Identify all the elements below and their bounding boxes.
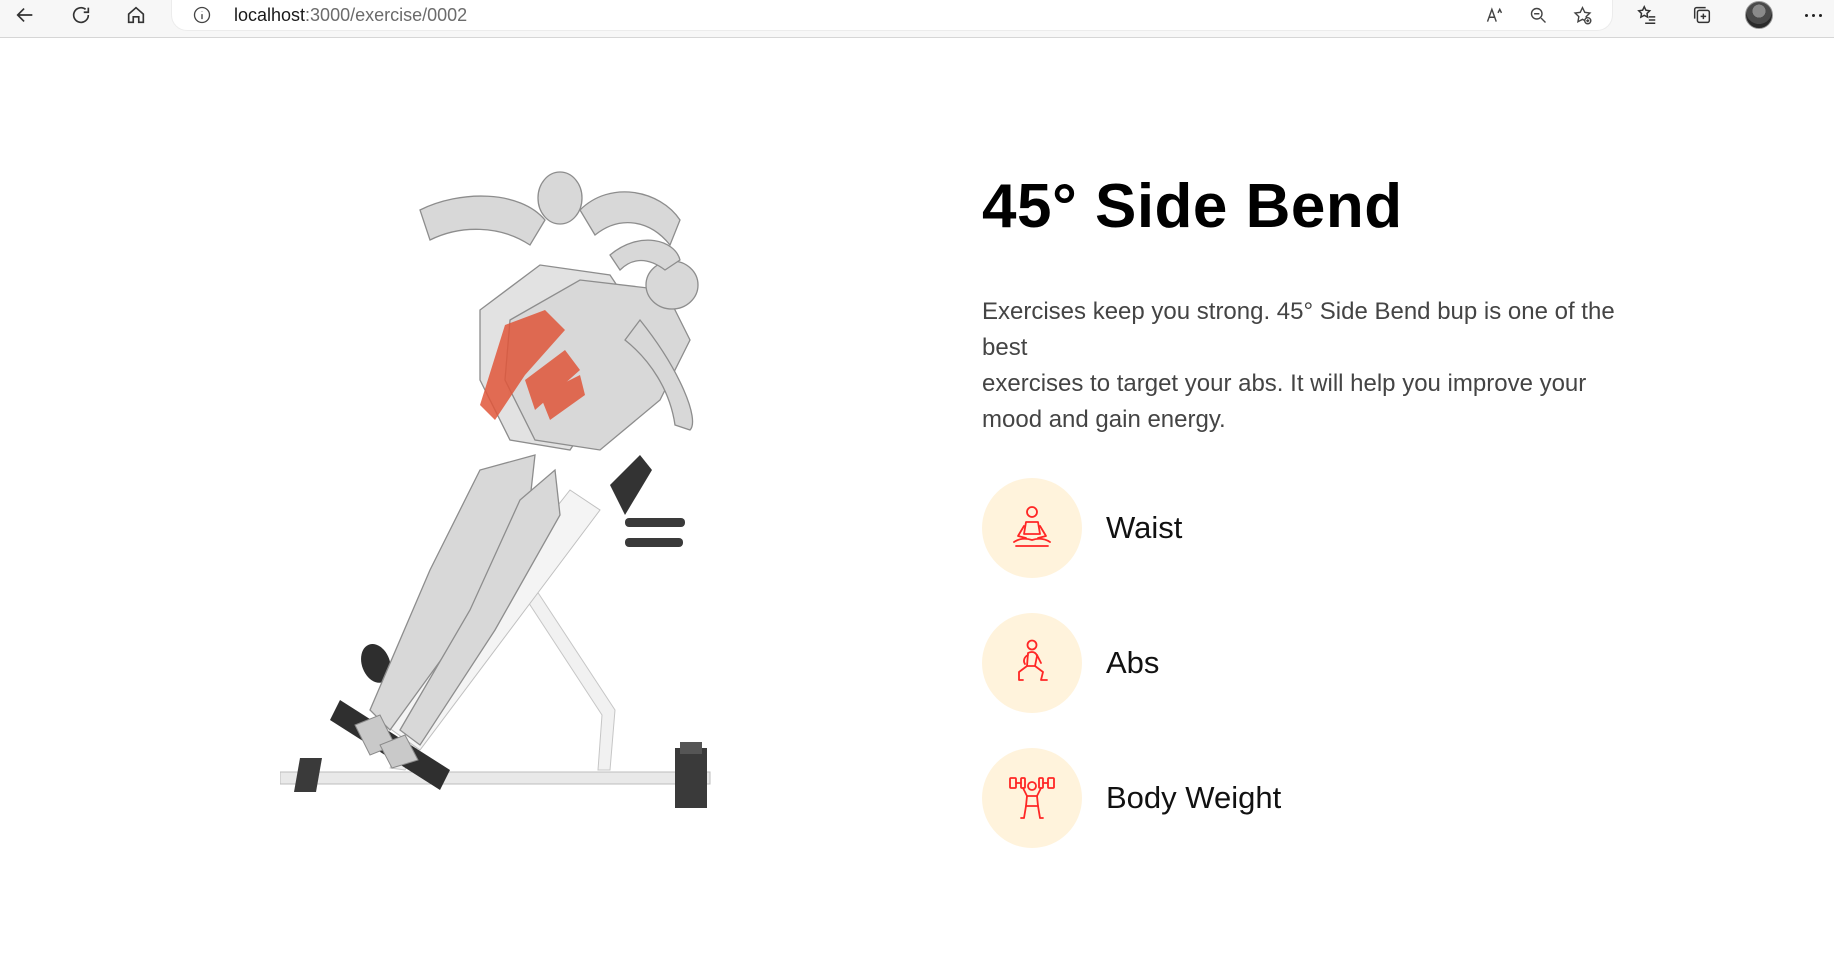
meditation-icon [1013, 506, 1051, 547]
arrow-left-icon [16, 7, 33, 23]
url-path: :3000/exercise/0002 [305, 5, 468, 25]
tag-icon-circle [982, 748, 1082, 848]
reload-button[interactable] [64, 1, 98, 29]
profile-avatar[interactable] [1745, 1, 1773, 29]
exercise-tags: Waist Abs Body Weight [982, 478, 1662, 848]
dot-icon [1818, 13, 1822, 17]
address-bar[interactable]: localhost:3000/exercise/0002 [172, 0, 1612, 30]
favorites-list-icon [1637, 5, 1656, 24]
back-button[interactable] [8, 1, 42, 29]
tag-item-body-weight: Body Weight [982, 748, 1662, 848]
browser-toolbar: localhost:3000/exercise/0002 [0, 0, 1834, 38]
collections-icon [1693, 6, 1711, 24]
tag-label: Abs [1106, 645, 1160, 680]
tag-icon-circle [982, 613, 1082, 713]
exercise-description: Exercises keep you strong. 45° Side Bend… [982, 294, 1632, 438]
exercise-illustration [279, 170, 750, 850]
zoom-out-icon[interactable] [1524, 2, 1552, 28]
description-line: Exercises keep you strong. 45° Side Bend… [982, 298, 1615, 361]
tag-item-abs: Abs [982, 613, 1662, 713]
tag-item-waist: Waist [982, 478, 1662, 578]
refresh-icon [72, 6, 90, 24]
tag-label: Body Weight [1106, 780, 1282, 815]
add-favorite-icon[interactable] [1568, 2, 1596, 28]
collections-button[interactable] [1685, 1, 1719, 29]
tag-icon-circle [982, 478, 1082, 578]
more-menu-button[interactable] [1800, 2, 1826, 28]
lunge-icon [1018, 639, 1048, 681]
home-icon [127, 6, 145, 24]
favorites-button[interactable] [1630, 1, 1664, 29]
dot-icon [1804, 13, 1808, 17]
tag-label: Waist [1106, 510, 1183, 545]
dot-icon [1811, 13, 1815, 17]
exercise-gif [279, 171, 711, 808]
dumbbell-lift-icon [1009, 777, 1055, 819]
home-button[interactable] [119, 1, 153, 29]
exercise-details: 45° Side Bend Exercises keep you strong.… [982, 168, 1662, 883]
url-host: localhost [234, 5, 306, 25]
exercise-title: 45° Side Bend [982, 172, 1403, 241]
info-icon[interactable] [190, 3, 214, 27]
url-text[interactable]: localhost:3000/exercise/0002 [234, 4, 467, 26]
read-aloud-icon[interactable] [1480, 2, 1508, 28]
description-line: exercises to target your abs. It will he… [982, 370, 1587, 433]
